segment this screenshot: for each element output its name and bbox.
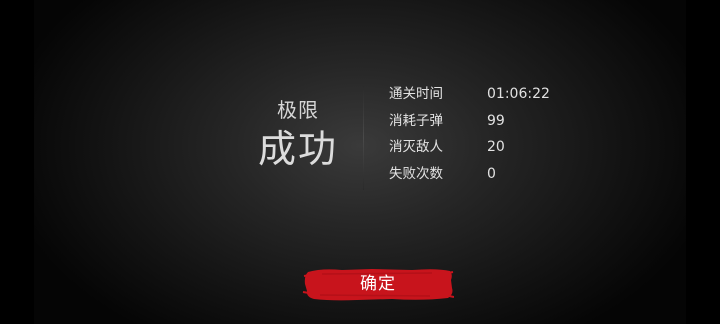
confirm-button[interactable]: 确定 bbox=[302, 266, 454, 302]
stat-value: 01:06:22 bbox=[487, 86, 550, 102]
outcome-title: 成功 bbox=[257, 127, 338, 171]
left-letterbox bbox=[0, 0, 34, 324]
stat-label: 失败次数 bbox=[389, 165, 443, 182]
stat-value: 99 bbox=[487, 112, 505, 129]
game-result-screen: 极限 成功 通关时间 01:06:22 消耗子弹 99 消灭敌人 20 失败次数… bbox=[0, 0, 720, 324]
right-letterbox bbox=[686, 0, 720, 324]
divider bbox=[363, 86, 364, 190]
stat-label: 消耗子弹 bbox=[389, 112, 443, 129]
difficulty-label: 极限 bbox=[277, 98, 319, 122]
stat-value: 0 bbox=[487, 165, 496, 182]
stat-label: 通关时间 bbox=[389, 86, 443, 102]
stat-value: 20 bbox=[487, 139, 505, 155]
stat-label: 消灭敌人 bbox=[389, 139, 443, 155]
confirm-label: 确定 bbox=[360, 274, 396, 294]
